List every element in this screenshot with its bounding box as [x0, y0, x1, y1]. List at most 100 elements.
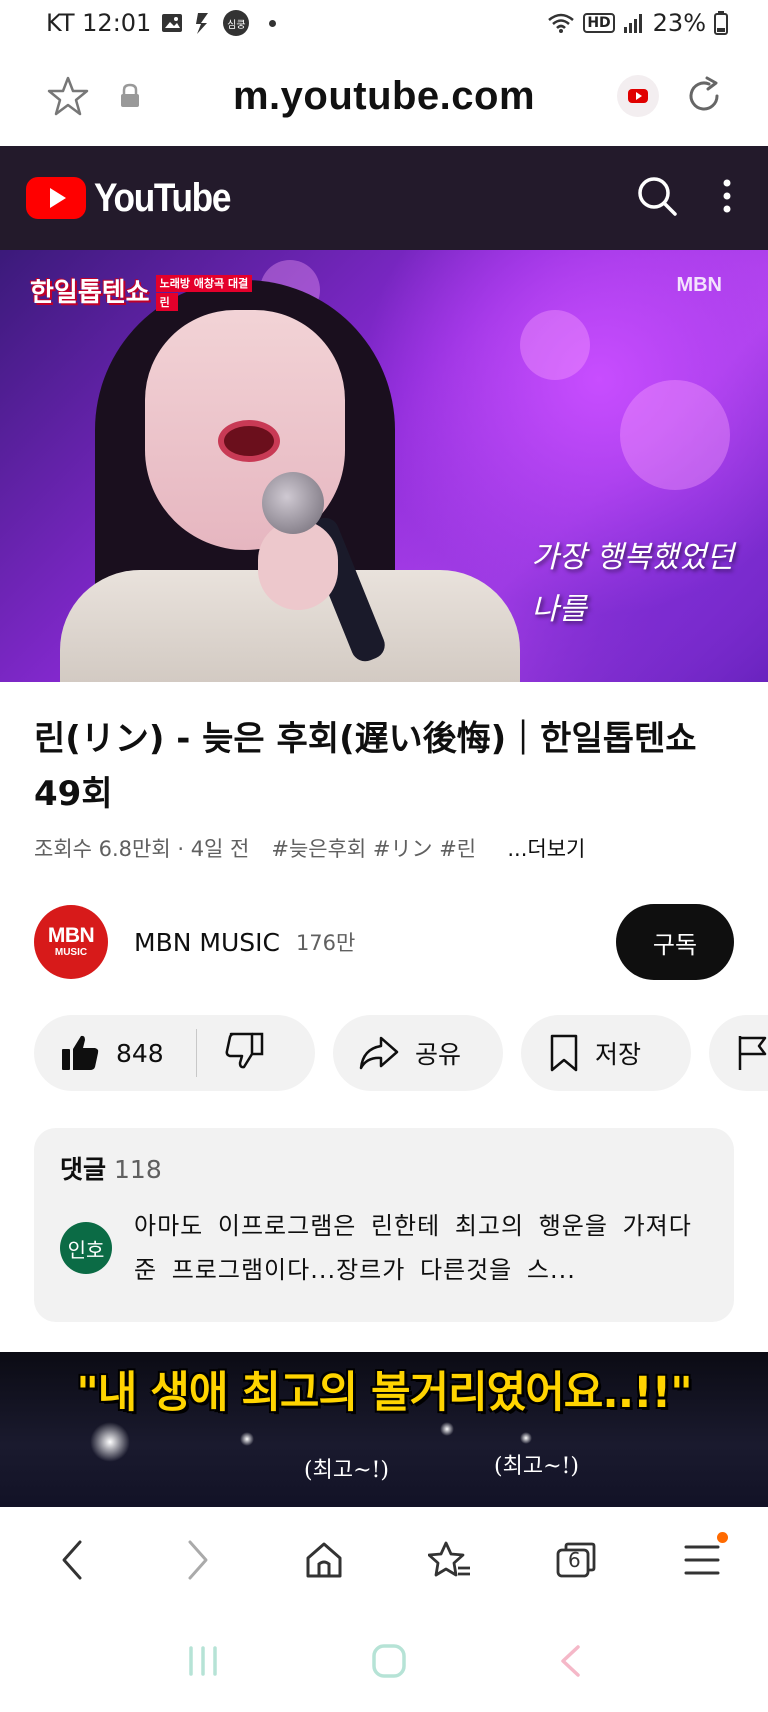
menu-button[interactable] — [674, 1532, 730, 1588]
save-button[interactable]: 저장 — [521, 1015, 691, 1091]
share-icon — [359, 1036, 399, 1070]
show-logo-text: 한일톱텐쇼 — [30, 278, 150, 308]
stage-light — [520, 1432, 532, 1444]
status-bar: KT 12:01 심쿵 HD 23% — [0, 0, 768, 46]
youtube-header: YouTube — [0, 146, 768, 250]
video-subtitle: 가장 행복했었던 나를 — [531, 532, 734, 636]
youtube-logo-text: YouTube — [94, 175, 231, 220]
hashtags: #늦은후회 #リン #린 — [271, 837, 477, 861]
save-label: 저장 — [595, 1040, 642, 1069]
like-button[interactable]: 848 — [60, 1034, 164, 1072]
browser-toolbar: 6 — [0, 1507, 768, 1613]
show-segment-tag: 노래방 애창곡 대결 — [155, 275, 253, 292]
commenter-avatar: 인호 — [60, 1222, 112, 1274]
subscribe-button[interactable]: 구독 — [616, 904, 734, 980]
system-navigation-bar — [0, 1613, 768, 1712]
comment-text: 아마도 이프로그램은 린한테 최고의 행운을 가져다준 프로그램이다...장르가… — [134, 1212, 692, 1284]
youtube-play-icon — [26, 177, 86, 219]
status-time: KT 12:01 — [46, 9, 152, 37]
stage-light — [440, 1422, 454, 1436]
avatar-subtext: MUSIC — [54, 947, 88, 958]
battery-percent: 23% — [652, 9, 706, 37]
subscriber-count: 176만 — [295, 931, 356, 955]
thumbnail-bubble: (최고~!) — [304, 1458, 389, 1483]
battery-icon — [714, 11, 728, 35]
home-nav-button[interactable] — [371, 1643, 407, 1683]
search-icon[interactable] — [636, 175, 678, 221]
bookmark-star-button[interactable] — [44, 72, 92, 120]
channel-name[interactable]: MBN MUSIC — [134, 928, 280, 957]
channel-row: MBN MUSIC MBN MUSIC 176만 구독 — [34, 904, 734, 980]
back-nav-icon — [561, 1644, 581, 1677]
back-button[interactable] — [44, 1532, 100, 1588]
thumbs-down-icon — [225, 1032, 263, 1069]
channel-watermark: MBN — [676, 274, 722, 296]
subtitle-line: 나를 — [531, 592, 587, 627]
channel-avatar[interactable]: MBN MUSIC — [34, 905, 108, 979]
comments-heading: 댓글 118 — [60, 1150, 708, 1186]
star-list-icon — [428, 1541, 470, 1577]
recent-apps-button[interactable] — [186, 1645, 220, 1681]
app-notification-icon — [193, 11, 213, 35]
comments-section[interactable]: 댓글 118 인호 아마도 이프로그램은 린한테 최고의 행운을 가져다준 프로그… — [34, 1128, 734, 1322]
reload-icon[interactable] — [680, 72, 728, 120]
show-singer-tag: 린 — [155, 293, 178, 311]
dislike-button[interactable] — [225, 1032, 265, 1074]
more-vert-icon[interactable] — [722, 178, 732, 218]
bokeh-light — [620, 380, 730, 490]
bokeh-light — [520, 310, 590, 380]
like-count: 848 — [116, 1038, 164, 1068]
microphone-head — [262, 472, 324, 534]
bookmark-icon — [550, 1034, 578, 1072]
video-meta[interactable]: 조회수 6.8만회 · 4일 전 #늦은후회 #リン #린 ...더보기 — [34, 833, 734, 863]
youtube-app-icon[interactable] — [614, 72, 662, 120]
gallery-icon — [161, 12, 183, 34]
thumbnail-caption: "내 생애 최고의 볼거리였어요..!!" — [76, 1368, 692, 1418]
avatar-text: MBN — [47, 924, 95, 947]
notification-badge: 심쿵 — [223, 10, 250, 36]
more-description-link[interactable]: ...더보기 — [507, 833, 585, 863]
back-nav-button[interactable] — [558, 1644, 582, 1682]
next-video-thumbnail[interactable]: "내 생애 최고의 볼거리였어요..!!" (최고~!) (최고~!) — [0, 1352, 768, 1507]
stage-light — [90, 1422, 130, 1462]
home-button[interactable] — [296, 1532, 352, 1588]
more-notifications-dot — [269, 19, 277, 27]
top-comment[interactable]: 인호 아마도 이프로그램은 린한테 최고의 행운을 가져다준 프로그램이다...… — [60, 1204, 708, 1292]
browser-address-bar: m.youtube.com — [0, 46, 768, 146]
recent-apps-icon — [188, 1645, 217, 1676]
flag-icon — [738, 1036, 767, 1070]
divider — [195, 1029, 197, 1077]
comments-count: 118 — [114, 1155, 162, 1184]
view-count: 조회수 6.8만회 · 4일 전 — [34, 837, 250, 861]
forward-button[interactable] — [170, 1532, 226, 1588]
tabs-button[interactable]: 6 — [548, 1532, 604, 1588]
menu-notification-dot — [717, 1532, 728, 1543]
report-button[interactable] — [709, 1015, 768, 1091]
hd-voice-icon: HD — [583, 13, 615, 33]
chevron-left-icon — [62, 1540, 82, 1580]
lock-icon[interactable] — [106, 72, 154, 120]
like-dislike-group: 848 — [34, 1015, 315, 1091]
url-field[interactable]: m.youtube.com — [154, 74, 614, 119]
subtitle-line: 가장 행복했었던 — [531, 540, 734, 575]
youtube-logo[interactable]: YouTube — [26, 176, 249, 221]
home-icon — [306, 1542, 342, 1578]
action-bar: 848 공유 저장 — [34, 1015, 768, 1091]
wifi-icon — [547, 12, 575, 34]
show-logo: 한일톱텐쇼 노래방 애창곡 대결 린 — [30, 272, 253, 311]
video-player[interactable]: 한일톱텐쇼 노래방 애창곡 대결 린 MBN 가장 행복했었던 나를 — [0, 250, 768, 682]
share-label: 공유 — [415, 1040, 462, 1069]
thumbnail-bubble: (최고~!) — [494, 1454, 579, 1479]
comments-title: 댓글 — [60, 1155, 107, 1184]
tab-count: 6 — [568, 1548, 581, 1572]
hamburger-icon — [684, 1545, 720, 1575]
signal-icon — [623, 12, 645, 34]
stage-light — [240, 1432, 254, 1446]
video-frame-singer-mouth — [218, 420, 280, 462]
video-title[interactable]: 린(リン) - 늦은 후회(遅い後悔)｜한일톱텐쇼 49회 — [34, 712, 734, 822]
bookmarks-button[interactable] — [422, 1532, 478, 1588]
chevron-right-icon — [188, 1540, 208, 1580]
share-button[interactable]: 공유 — [333, 1015, 503, 1091]
home-nav-icon — [372, 1643, 406, 1678]
thumbs-up-icon — [62, 1035, 99, 1070]
